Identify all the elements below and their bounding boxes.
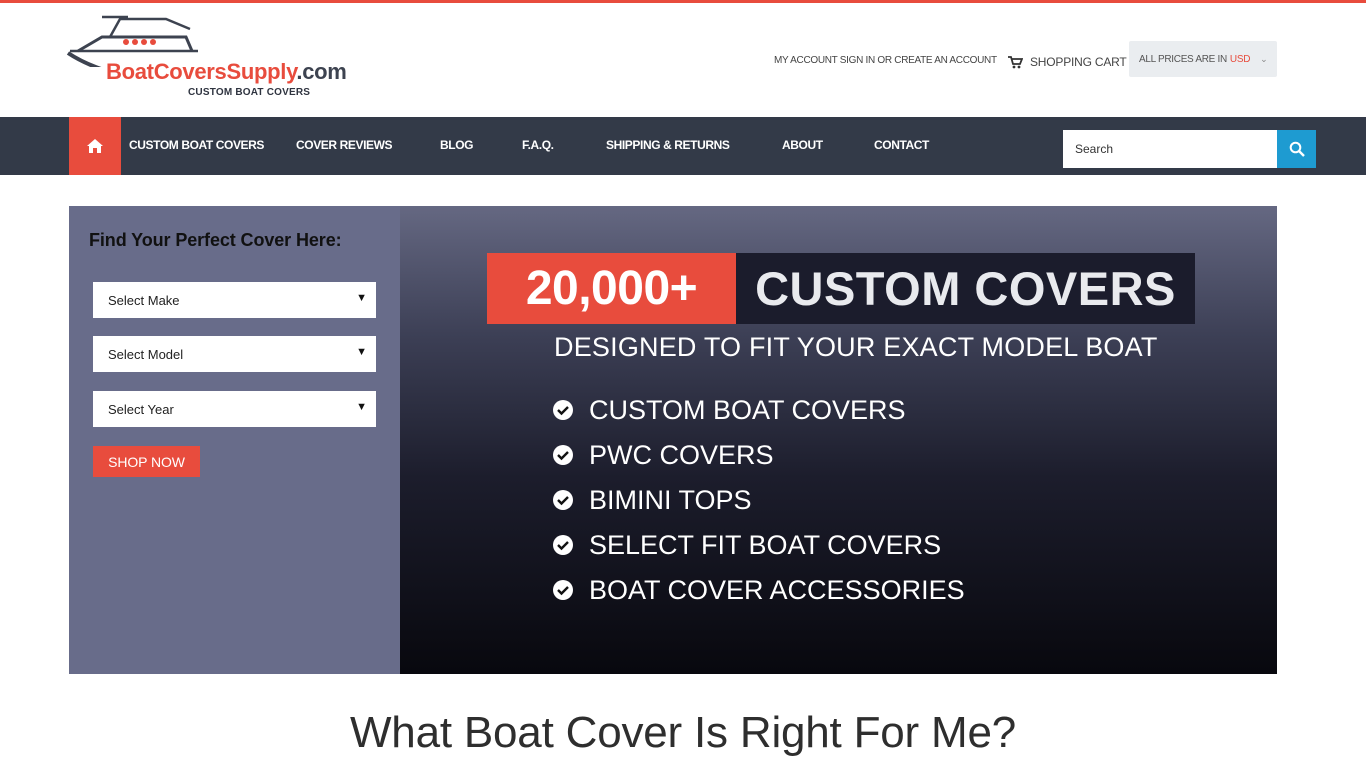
currency-selector[interactable]: ALL PRICES ARE IN USD ⌄ <box>1129 41 1277 77</box>
banner-subheading: DESIGNED TO FIT YOUR EXACT MODEL BOAT <box>554 332 1158 362</box>
shopping-cart-link[interactable]: SHOPPING CART <box>1008 53 1127 71</box>
nav-shipping-returns[interactable]: SHIPPING & RETURNS <box>606 138 730 152</box>
checkmark-circle-icon <box>553 490 573 510</box>
banner-list-item: BOAT COVER ACCESSORIES <box>553 572 965 608</box>
banner-list-text: BOAT COVER ACCESSORIES <box>589 574 965 605</box>
site-header: BoatCoversSupply.com CUSTOM BOAT COVERS … <box>0 3 1366 117</box>
finder-title: Find Your Perfect Cover Here: <box>89 230 342 250</box>
banner-list-text: SELECT FIT BOAT COVERS <box>589 529 942 560</box>
account-links[interactable]: MY ACCOUNT SIGN IN OR CREATE AN ACCOUNT <box>774 55 997 66</box>
select-model-value: Select Model <box>108 346 184 362</box>
logo-wordmark: BoatCoversSupply.com <box>106 59 347 85</box>
cart-icon <box>1008 55 1023 68</box>
banner-list-text: PWC COVERS <box>589 439 774 470</box>
banner-heading: CUSTOM COVERS <box>736 253 1195 324</box>
nav-custom-boat-covers[interactable]: CUSTOM BOAT COVERS <box>129 138 264 152</box>
checkmark-circle-icon <box>553 535 573 555</box>
dropdown-arrow-icon: ▼ <box>356 292 367 304</box>
banner-list-text: BIMINI TOPS <box>589 484 752 515</box>
logo-tagline: CUSTOM BOAT COVERS <box>188 87 311 98</box>
banner-number: 20,000+ <box>487 253 736 324</box>
nav-about[interactable]: ABOUT <box>782 138 823 152</box>
logo-name-tld: .com <box>296 59 347 84</box>
select-make[interactable]: Select Make ▼ <box>93 282 376 318</box>
search-icon <box>1289 141 1305 157</box>
section-headline: What Boat Cover Is Right For Me? <box>349 708 1017 757</box>
select-model[interactable]: Select Model ▼ <box>93 336 376 372</box>
dropdown-arrow-icon: ▼ <box>356 401 367 413</box>
dropdown-arrow-icon: ▼ <box>356 346 367 358</box>
currency-code: USD <box>1229 53 1251 65</box>
search-button[interactable] <box>1277 130 1316 168</box>
nav-faq[interactable]: F.A.Q. <box>522 138 554 152</box>
banner-list-item: PWC COVERS <box>553 437 774 473</box>
checkmark-circle-icon <box>553 445 573 465</box>
currency-prefix: ALL PRICES ARE IN <box>1139 53 1227 65</box>
checkmark-circle-icon <box>553 400 573 420</box>
nav-home-button[interactable] <box>69 117 121 175</box>
select-make-value: Select Make <box>108 292 180 308</box>
banner-list-text: CUSTOM BOAT COVERS <box>589 394 906 425</box>
home-icon <box>87 139 103 153</box>
checkmark-circle-icon <box>553 580 573 600</box>
main-nav: CUSTOM BOAT COVERS COVER REVIEWS BLOG F.… <box>0 117 1366 175</box>
nav-cover-reviews[interactable]: COVER REVIEWS <box>296 138 393 152</box>
nav-blog[interactable]: BLOG <box>440 138 473 152</box>
banner-list-item: BIMINI TOPS <box>553 482 752 518</box>
chevron-down-icon: ⌄ <box>1260 53 1268 64</box>
cart-label: SHOPPING CART <box>1030 55 1127 69</box>
site-logo[interactable]: BoatCoversSupply.com CUSTOM BOAT COVERS <box>66 15 396 105</box>
hero-banner[interactable]: 20,000+ CUSTOM COVERS DESIGNED TO FIT YO… <box>400 206 1277 674</box>
select-year-value: Select Year <box>108 401 174 417</box>
shop-now-button[interactable]: SHOP NOW <box>93 446 200 477</box>
nav-contact[interactable]: CONTACT <box>874 138 929 152</box>
banner-list-item: CUSTOM BOAT COVERS <box>553 392 906 428</box>
cover-finder-panel: Find Your Perfect Cover Here: Select Mak… <box>69 206 400 674</box>
search-input[interactable] <box>1063 130 1277 168</box>
logo-name-main: BoatCoversSupply <box>106 59 297 84</box>
select-year[interactable]: Select Year ▼ <box>93 391 376 427</box>
banner-list-item: SELECT FIT BOAT COVERS <box>553 527 941 563</box>
